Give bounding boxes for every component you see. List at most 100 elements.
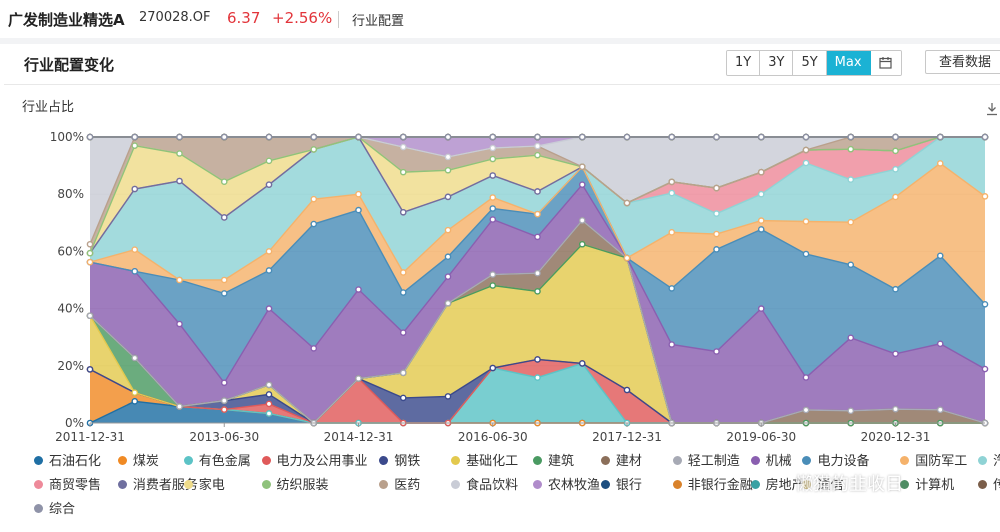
legend-item[interactable]: 轻工制造 [672,454,740,470]
legend-item[interactable]: 计算机 [900,478,954,494]
point-消费者服务 [444,193,452,201]
point-国防军工 [265,248,273,255]
legend-item[interactable]: 国防军工 [900,454,967,470]
legend-swatch [600,480,610,489]
legend-label: 石油石化 [49,454,102,469]
legend-item[interactable]: 钢铁 [379,454,420,470]
point-轻工制造 [936,406,944,414]
legend-item[interactable]: 食品饮料 [451,478,518,494]
legend-label: 家电 [198,478,225,493]
legend-item[interactable]: 农林牧渔 [533,478,600,494]
point-电力设备 [936,252,944,260]
legend-item[interactable]: 有色金属 [183,454,251,470]
point-轻工制造 [131,354,139,362]
point-机械 [355,286,362,293]
legend-item[interactable]: 传媒 [978,478,1000,494]
legend-item[interactable]: 综合 [34,502,75,518]
point-轻工制造 [802,406,810,414]
legend-item[interactable]: 汽车 [978,454,1000,470]
point-汽车 [847,176,855,183]
legend-label: 国防军工 [915,454,968,469]
legend-item[interactable]: 商贸零售 [34,478,101,494]
legend-item[interactable]: 煤炭 [117,454,159,470]
point-电力设备 [131,268,139,275]
point-机械 [757,305,765,312]
point-轻工制造 [892,405,899,413]
point-轻工制造 [265,381,273,389]
legend-label: 食品饮料 [466,478,519,493]
point-轻工制造 [847,407,855,415]
point-电力设备 [713,246,720,253]
point-电力设备 [399,289,407,296]
point-机械 [310,345,318,352]
point-消费者服务 [131,185,139,193]
legend-item[interactable]: 建筑 [533,454,574,470]
point-医药 [713,184,720,192]
point-电力设备 [489,205,497,212]
point-食品饮料 [399,143,407,151]
point-综合 [176,133,183,141]
point-电力设备 [444,253,452,261]
point-国防军工 [534,210,541,218]
legend-swatch [183,480,193,489]
legend-swatch [451,456,461,465]
point-国防军工 [757,217,765,224]
point-综合 [265,133,273,141]
point-轻工制造 [220,397,228,404]
y-tick-label: 0% [65,416,84,430]
point-建筑 [534,288,541,295]
point-综合 [847,133,855,141]
legend-item[interactable]: 建材 [600,454,642,470]
point-纺织服装 [489,155,497,163]
point-机械 [981,365,989,373]
point-汽车 [713,210,720,217]
point-机械 [444,273,452,280]
legend-item[interactable]: 基础化工 [451,454,518,470]
point-综合 [936,133,944,141]
point-轻工制造 [399,369,407,377]
point-有色金属 [265,410,273,417]
legend-item[interactable]: 非银行金融 [672,478,753,494]
legend-item[interactable]: 家电 [183,478,225,494]
point-医药 [86,240,94,248]
point-综合 [802,133,810,141]
point-电力设备 [355,206,362,214]
legend-item[interactable]: 医药 [379,478,420,494]
legend-item[interactable]: 电力及公用事业 [261,454,368,470]
x-tick-label: 2016-06-30 [458,430,528,444]
legend-item[interactable]: 纺织服装 [261,478,329,494]
legend-label: 计算机 [915,478,955,493]
point-轻工制造 [534,269,541,277]
legend-item[interactable]: 银行 [600,478,642,494]
point-纺织服装 [131,142,139,149]
legend-item[interactable]: 石油石化 [34,454,101,470]
legend-label: 银行 [615,478,642,493]
legend-item[interactable]: 机械 [750,454,792,470]
point-机械 [668,341,676,348]
point-医药 [668,178,676,186]
point-轻工制造 [86,312,94,320]
y-tick-label: 40% [57,302,84,316]
point-国防军工 [176,276,183,284]
point-综合 [86,133,94,141]
legend-swatch [978,456,988,465]
point-纺织服装 [847,145,855,153]
point-国防军工 [713,230,720,238]
point-汽车 [757,190,765,198]
legend-swatch [183,456,193,465]
point-医药 [578,163,586,171]
point-纺织服装 [176,150,183,157]
point-纺织服装 [86,249,94,257]
point-综合 [623,133,631,141]
point-消费者服务 [220,214,228,221]
point-钢铁 [444,393,452,400]
point-电力设备 [802,250,810,258]
point-国防军工 [489,194,497,201]
point-电力设备 [310,220,318,228]
y-tick-label: 20% [57,359,84,373]
legend-swatch [117,456,127,465]
x-tick-label: 2020-12-31 [861,430,931,444]
point-基础化工 [131,389,139,396]
legend-item[interactable]: 电力设备 [802,454,869,470]
point-食品饮料 [444,153,452,161]
